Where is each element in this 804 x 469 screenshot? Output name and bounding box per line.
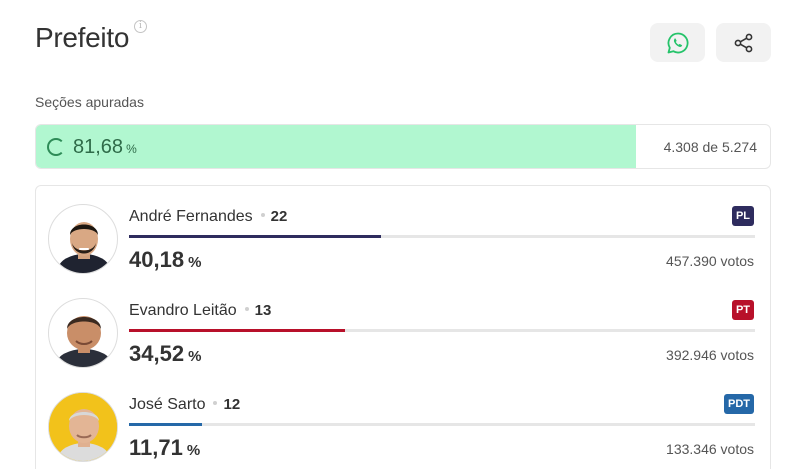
- candidate-row[interactable]: André Fernandes 22 PL 40,18% 457.390 voto…: [36, 196, 770, 288]
- candidate-avatar: [48, 392, 118, 462]
- share-button[interactable]: [716, 23, 771, 62]
- page-title: Prefeito: [35, 22, 130, 53]
- whatsapp-share-button[interactable]: [650, 23, 705, 62]
- sections-counted-label: Seções apuradas: [35, 94, 144, 110]
- share-icon: [734, 33, 752, 52]
- candidate-row[interactable]: José Sarto 12 PDT 11,71% 133.346 votos: [36, 384, 770, 469]
- candidate-number: 13: [254, 302, 272, 319]
- candidate-name: José Sarto: [129, 396, 206, 413]
- vote-bar-track: [129, 329, 755, 332]
- candidate-votes: 133.346 votos: [666, 441, 754, 457]
- candidates-panel: André Fernandes 22 PL 40,18% 457.390 voto…: [35, 185, 771, 469]
- loading-spinner-icon: [47, 138, 65, 156]
- sections-count: 4.308 de 5.274: [663, 139, 757, 155]
- candidate-percent: 11,71%: [129, 435, 201, 460]
- info-icon[interactable]: i: [134, 20, 147, 33]
- candidate-name: Evandro Leitão: [129, 302, 237, 319]
- vote-bar-fill: [129, 235, 381, 238]
- candidate-name: André Fernandes: [129, 208, 253, 225]
- vote-bar-track: [129, 423, 755, 426]
- whatsapp-icon: [667, 32, 688, 53]
- sections-progress-bar: 81,68% 4.308 de 5.274: [35, 124, 771, 169]
- candidate-number: 12: [223, 396, 241, 413]
- candidate-avatar: [48, 298, 118, 368]
- party-badge: PL: [731, 206, 754, 226]
- vote-bar-fill: [129, 423, 203, 426]
- vote-bar-track: [129, 235, 755, 238]
- candidate-votes: 457.390 votos: [666, 253, 754, 269]
- candidate-percent: 34,52%: [129, 341, 202, 366]
- party-badge: PDT: [724, 394, 754, 414]
- sections-percent: 81,68%: [73, 136, 137, 158]
- candidate-number: 22: [270, 208, 288, 225]
- party-badge: PT: [731, 300, 754, 320]
- candidate-row[interactable]: Evandro Leitão 13 PT 34,52% 392.946 votos: [36, 290, 770, 382]
- vote-bar-fill: [129, 329, 346, 332]
- candidate-percent: 40,18%: [129, 247, 202, 272]
- candidate-votes: 392.946 votos: [666, 347, 754, 363]
- candidate-avatar: [48, 204, 118, 274]
